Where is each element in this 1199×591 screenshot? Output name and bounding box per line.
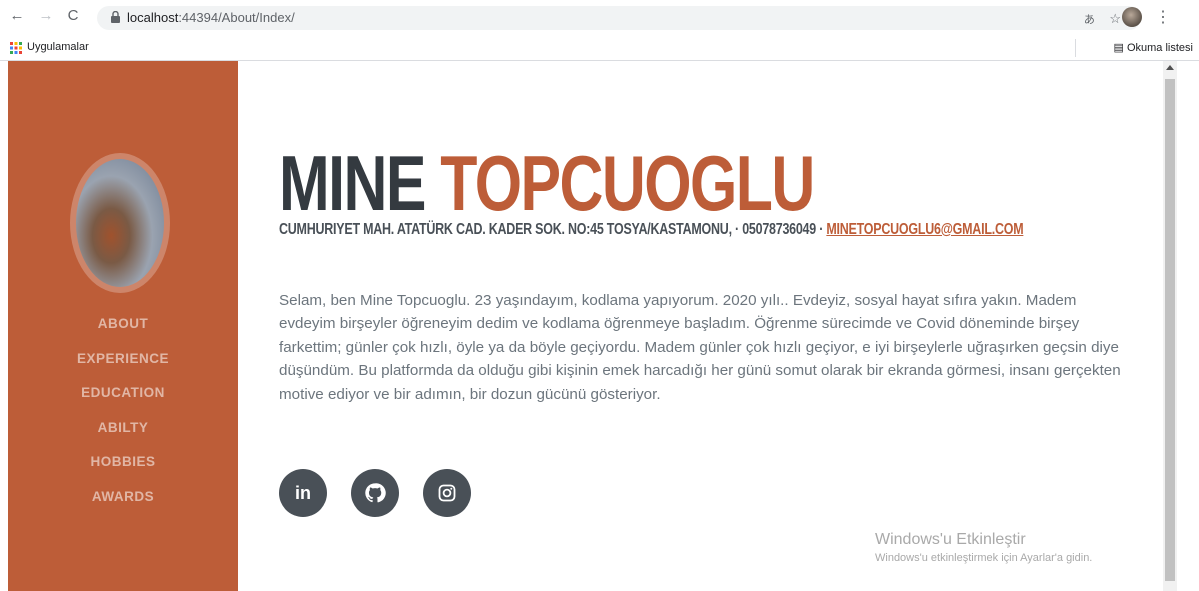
- address-bar-actions: あ ☆: [1084, 11, 1121, 27]
- linkedin-icon: in: [295, 483, 311, 503]
- bookmarks-bar: Uygulamalar ▤ Okuma listesi: [0, 36, 1199, 61]
- apps-grid-icon[interactable]: [10, 42, 22, 54]
- scroll-up-arrow-icon[interactable]: [1166, 65, 1174, 70]
- sidebar: ABOUT EXPERIENCE EDUCATION ABILTY HOBBIE…: [8, 61, 238, 591]
- watermark-subtitle: Windows'u etkinleştirmek için Ayarlar'a …: [875, 552, 1093, 564]
- translate-icon[interactable]: あ: [1084, 14, 1095, 26]
- linkedin-button[interactable]: in: [279, 469, 327, 517]
- profile-photo-frame: [70, 153, 170, 293]
- browser-toolbar: ← → C localhost:44394/About/Index/ あ ☆ ⋮: [0, 0, 1199, 36]
- bio-paragraph: Selam, ben Mine Topcuoglu. 23 yaşındayım…: [279, 292, 1121, 403]
- nav-education[interactable]: EDUCATION: [8, 384, 238, 419]
- apps-bookmark[interactable]: Uygulamalar: [27, 41, 89, 53]
- nav-about[interactable]: ABOUT: [8, 315, 238, 350]
- watermark-title: Windows'u Etkinleştir: [875, 531, 1026, 548]
- star-icon[interactable]: ☆: [1109, 11, 1121, 26]
- nav-experience[interactable]: EXPERIENCE: [8, 350, 238, 385]
- page-scrollbar[interactable]: [1163, 61, 1177, 591]
- page-title: MINE TOPCUOGLU: [279, 139, 815, 227]
- instagram-button[interactable]: [423, 469, 471, 517]
- bookmarks-divider: [1075, 39, 1076, 57]
- first-name: MINE: [279, 139, 426, 227]
- nav-awards[interactable]: AWARDS: [8, 488, 238, 523]
- instagram-icon: [438, 484, 456, 502]
- github-button[interactable]: [351, 469, 399, 517]
- address-phone: CUMHURIYET MAH. ATATÜRK CAD. KADER SOK. …: [279, 221, 827, 238]
- nav-ability[interactable]: ABILTY: [8, 419, 238, 454]
- scroll-thumb[interactable]: [1165, 79, 1175, 581]
- forward-arrow-icon[interactable]: →: [37, 7, 55, 25]
- about-section: MINE TOPCUOGLU CUMHURIYET MAH. ATATÜRK C…: [279, 61, 1139, 591]
- reading-list-icon: ▤: [1113, 42, 1124, 54]
- reading-list-label: Okuma listesi: [1126, 42, 1193, 54]
- profile-avatar[interactable]: [1122, 7, 1142, 27]
- url-text: localhost:44394/About/Index/: [127, 10, 295, 25]
- back-arrow-icon[interactable]: ←: [8, 7, 26, 25]
- sidebar-nav: ABOUT EXPERIENCE EDUCATION ABILTY HOBBIE…: [8, 315, 238, 522]
- github-icon: [365, 483, 386, 503]
- reading-list-button[interactable]: ▤ Okuma listesi: [1114, 41, 1194, 54]
- last-name: TOPCUOGLU: [440, 139, 815, 227]
- windows-activation-watermark: Windows'u Etkinleştir Windows'u etkinleş…: [875, 531, 1092, 564]
- profile-photo: [76, 159, 164, 287]
- nav-hobbies[interactable]: HOBBIES: [8, 453, 238, 488]
- reload-icon[interactable]: C: [64, 7, 82, 25]
- email-link[interactable]: MINETOPCUOGLU6@GMAIL.COM: [826, 221, 1023, 238]
- address-bar[interactable]: localhost:44394/About/Index/ あ ☆: [97, 6, 1141, 30]
- contact-line: CUMHURIYET MAH. ATATÜRK CAD. KADER SOK. …: [279, 221, 1024, 239]
- more-menu-icon[interactable]: ⋮: [1155, 7, 1171, 27]
- lock-icon: [111, 11, 120, 23]
